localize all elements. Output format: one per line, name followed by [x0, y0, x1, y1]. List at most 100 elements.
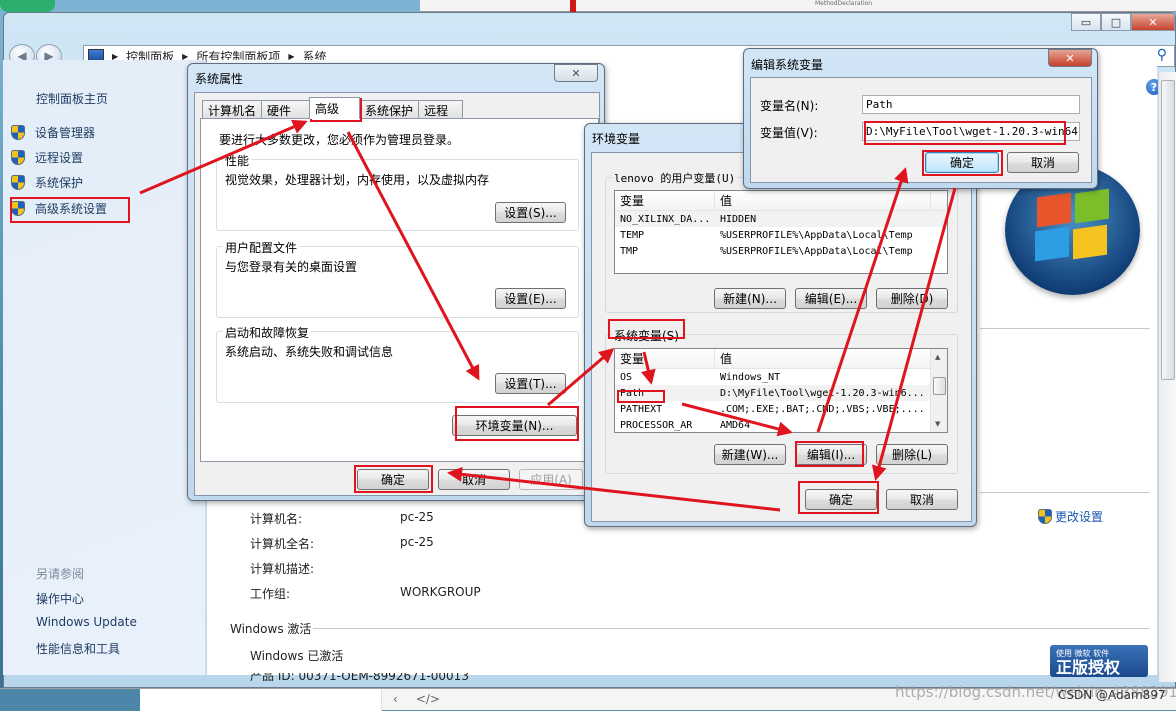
sidebar-item-remote-settings[interactable]: 远程设置: [11, 149, 83, 166]
dialog-title: 环境变量: [592, 132, 641, 146]
env-cancel-button[interactable]: 取消: [886, 489, 958, 510]
var-value: HIDDEN: [720, 213, 757, 225]
list-item[interactable]: TMP %USERPROFILE%\AppData\Local\Temp: [615, 243, 947, 259]
list-item[interactable]: PROCESSOR_AR AMD64: [615, 417, 947, 432]
user-edit-button[interactable]: 编辑(E)...: [795, 288, 867, 309]
variable-value-input[interactable]: D:\MyFile\Tool\wget-1.20.3-win64;%MA: [862, 122, 1080, 141]
sidebar-item-label: 设备管理器: [35, 126, 96, 140]
csdn-credit: CSDN @Adam897: [1058, 688, 1166, 702]
activation-heading: Windows 激活: [230, 622, 312, 636]
see-also-performance[interactable]: 性能信息和工具: [36, 640, 120, 657]
group-description: 视觉效果，处理器计划，内存使用，以及虚拟内存: [225, 173, 490, 187]
system-delete-button[interactable]: 删除(L): [876, 444, 948, 465]
change-settings-link[interactable]: 更改设置: [1038, 508, 1103, 525]
description-label: 计算机描述:: [250, 562, 315, 576]
system-edit-button[interactable]: 编辑(I)...: [795, 444, 867, 465]
column-header-value[interactable]: 值: [715, 349, 931, 368]
column-header-variable[interactable]: 变量: [615, 191, 715, 210]
shield-icon: [11, 150, 25, 165]
editor-panel: [140, 689, 382, 711]
close-button[interactable]: ✕: [1048, 49, 1092, 67]
system-variables-list[interactable]: 变量 值 OS Windows_NT Path D:\MyFile\Tool\wge…: [614, 348, 948, 433]
group-description: 系统启动、系统失败和调试信息: [225, 345, 394, 359]
profiles-settings-button[interactable]: 设置(E)...: [495, 288, 566, 309]
scrollbar[interactable]: [1158, 72, 1176, 682]
search-icon[interactable]: ⚲: [1157, 47, 1167, 63]
see-also-windows-update[interactable]: Windows Update: [36, 615, 137, 629]
variable-name-input[interactable]: Path: [862, 95, 1080, 114]
var-name: TMP: [620, 245, 639, 257]
edit-ok-button[interactable]: 确定: [925, 152, 999, 173]
list-item[interactable]: OS Windows_NT: [615, 369, 947, 385]
sidebar-item-device-manager[interactable]: 设备管理器: [11, 124, 95, 141]
tab-remote[interactable]: 远程: [418, 100, 464, 119]
divider: [980, 492, 1150, 493]
sidebar-item-label: 系统保护: [35, 176, 84, 190]
performance-settings-button[interactable]: 设置(S)...: [495, 202, 566, 223]
cancel-button[interactable]: 取消: [438, 469, 510, 490]
var-name: NO_XILINX_DA...: [620, 213, 711, 225]
list-item[interactable]: NO_XILINX_DA... HIDDEN: [615, 211, 947, 227]
tab-system-protection[interactable]: 系统保护: [359, 100, 420, 119]
genuine-badge-big: 正版授权: [1056, 658, 1121, 677]
change-settings-label: 更改设置: [1055, 510, 1104, 524]
tab-advanced[interactable]: 高级: [309, 97, 361, 119]
startup-settings-button[interactable]: 设置(T)...: [495, 373, 566, 394]
scroll-down-icon[interactable]: ▼: [935, 420, 940, 428]
tab-bar: 计算机名 硬件 高级 系统保护 远程: [202, 97, 464, 119]
environment-variables-button[interactable]: 环境变量(N)...: [452, 415, 577, 436]
code-icon[interactable]: </>: [416, 692, 440, 706]
system-new-button[interactable]: 新建(W)...: [714, 444, 786, 465]
maximize-button[interactable]: □: [1101, 13, 1131, 31]
close-button[interactable]: ✕: [1131, 13, 1175, 31]
user-delete-button[interactable]: 删除(D): [876, 288, 948, 309]
scrollbar-thumb[interactable]: [933, 377, 946, 395]
var-value: %USERPROFILE%\AppData\Local\Temp: [720, 229, 913, 241]
user-new-button[interactable]: 新建(N)...: [714, 288, 786, 309]
column-header-value[interactable]: 值: [715, 191, 931, 210]
list-item[interactable]: TEMP %USERPROFILE%\AppData\Local\Temp: [615, 227, 947, 243]
apply-button[interactable]: 应用(A): [519, 469, 583, 490]
ok-button[interactable]: 确定: [357, 469, 429, 490]
scrollbar-thumb[interactable]: [1161, 80, 1175, 380]
sidebar: 控制面板主页 设备管理器 远程设置 系统保护 高级系统设置 另请参阅 操作中心 …: [3, 60, 206, 675]
genuine-badge[interactable]: 使用 微软 软件 正版授权: [1050, 645, 1148, 677]
tab-computer-name[interactable]: 计算机名: [202, 100, 263, 119]
list-header: 变量 值: [615, 349, 947, 369]
sidebar-item-advanced-settings[interactable]: 高级系统设置: [11, 200, 107, 217]
group-title: 用户配置文件: [223, 239, 300, 256]
list-item-selected[interactable]: Path D:\MyFile\Tool\wget-1.20.3-win6...: [615, 385, 947, 401]
desktop-app-icon: [0, 0, 55, 12]
env-ok-button[interactable]: 确定: [805, 489, 877, 510]
shield-icon: [11, 125, 25, 140]
sidebar-item-label: 远程设置: [35, 151, 84, 165]
divider: [313, 628, 1150, 629]
var-value: .COM;.EXE;.BAT;.CMD;.VBS;.VBE;....: [720, 403, 925, 415]
group-description: 与您登录有关的桌面设置: [225, 260, 358, 274]
edit-cancel-button[interactable]: 取消: [1007, 152, 1079, 173]
scroll-up-icon[interactable]: ▲: [935, 353, 940, 361]
var-value: Windows_NT: [720, 371, 781, 383]
see-also-action-center[interactable]: 操作中心: [36, 590, 84, 607]
minimize-button[interactable]: ▭: [1071, 13, 1101, 31]
dialog-title: 编辑系统变量: [751, 58, 824, 72]
var-value: %USERPROFILE%\AppData\Local\Temp: [720, 245, 913, 257]
var-name: TEMP: [620, 229, 645, 241]
column-header-variable[interactable]: 变量: [615, 349, 715, 368]
sidebar-item-system-protection[interactable]: 系统保护: [11, 174, 83, 191]
product-id: 产品 ID: 00371-OEM-8992671-00013: [250, 673, 469, 681]
sidebar-home-link[interactable]: 控制面板主页: [36, 90, 108, 107]
system-variables-title: 系统变量(S): [612, 327, 681, 344]
tab-hardware[interactable]: 硬件: [261, 100, 311, 119]
admin-note: 要进行大多数更改，您必须作为管理员登录。: [219, 133, 460, 147]
computer-name-value: pc-25: [400, 510, 434, 524]
computer-name-label: 计算机名:: [250, 512, 303, 526]
workgroup-value: WORKGROUP: [400, 585, 481, 599]
shield-icon: [1038, 509, 1052, 524]
full-name-value: pc-25: [400, 535, 434, 549]
close-button[interactable]: ✕: [554, 64, 598, 82]
list-item[interactable]: PATHEXT .COM;.EXE;.BAT;.CMD;.VBS;.VBE;...…: [615, 401, 947, 417]
chevron-left-icon[interactable]: ‹: [393, 692, 398, 706]
list-scrollbar[interactable]: ▲ ▼: [930, 349, 947, 432]
user-variables-list[interactable]: 变量 值 NO_XILINX_DA... HIDDEN TEMP %USERPROF…: [614, 190, 948, 274]
